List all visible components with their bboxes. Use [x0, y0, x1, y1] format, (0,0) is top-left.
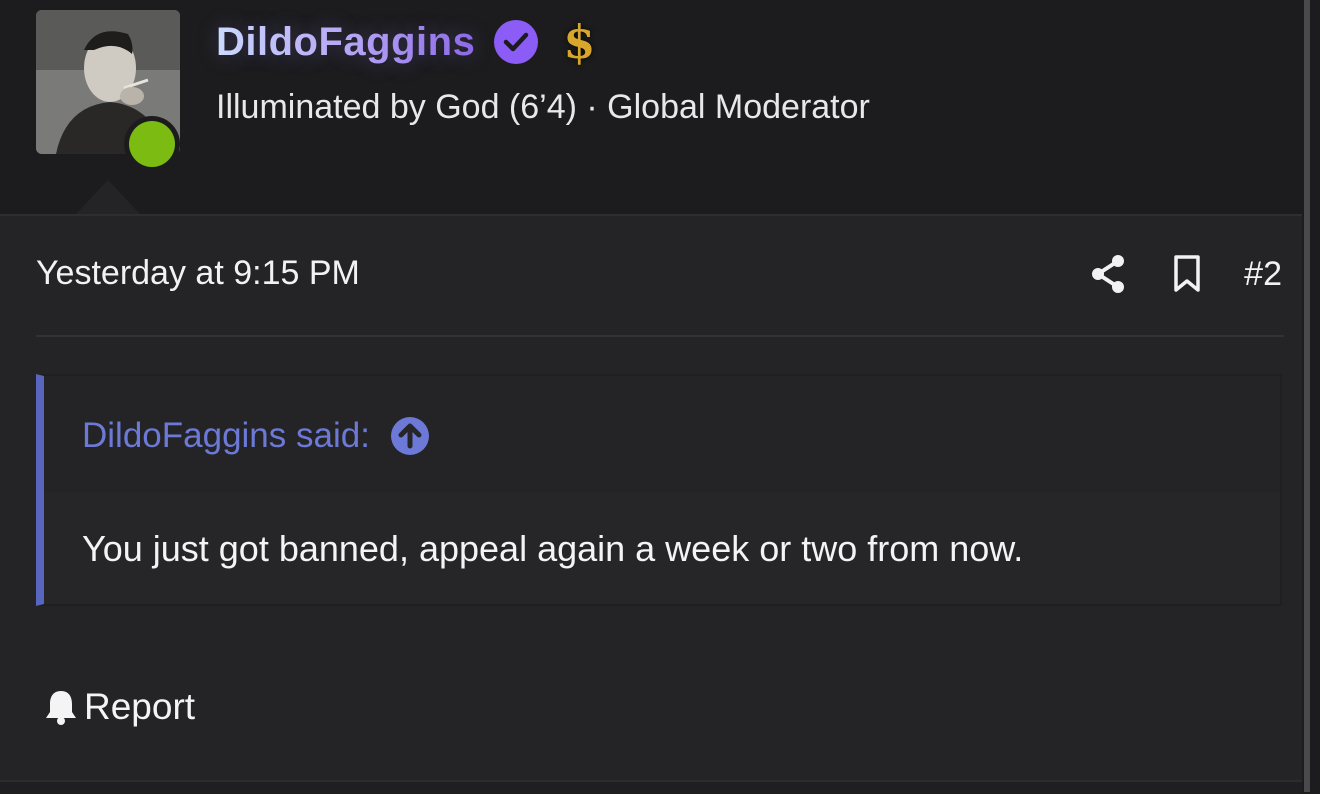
quote-attribution[interactable]: DildoFaggins said:: [82, 416, 430, 456]
online-status-indicator: [124, 116, 180, 172]
quote-author-label: DildoFaggins said:: [82, 416, 370, 455]
user-header: DildoFaggins $ Illuminated by God (6’4) …: [0, 0, 1302, 214]
quote-block: DildoFaggins said: You just got banned, …: [36, 374, 1282, 606]
verified-check-icon: [494, 20, 539, 64]
arrow-up-circle-icon[interactable]: [390, 416, 430, 456]
quote-header: DildoFaggins said:: [44, 376, 1280, 492]
report-label: Report: [84, 686, 196, 727]
user-title: Illuminated by God (6’4) · Global Modera…: [216, 88, 870, 126]
post-actions: #2: [1088, 252, 1282, 296]
bell-icon: [46, 691, 76, 725]
post-number-link[interactable]: #2: [1244, 255, 1282, 294]
share-icon: [1092, 255, 1125, 293]
quote-text: You just got banned, appeal again a week…: [82, 528, 1024, 569]
post-timestamp[interactable]: Yesterday at 9:15 PM: [36, 254, 360, 293]
bookmark-button[interactable]: [1170, 252, 1204, 296]
share-button[interactable]: [1088, 252, 1128, 296]
bookmark-icon: [1174, 255, 1200, 292]
post-divider: [36, 335, 1284, 337]
scrollbar[interactable]: [1302, 0, 1320, 792]
header-pointer: [76, 180, 140, 214]
username-link[interactable]: DildoFaggins: [216, 20, 475, 65]
username-row: DildoFaggins $: [216, 14, 595, 70]
dollar-icon: $: [563, 15, 596, 69]
report-button[interactable]: Report: [44, 686, 195, 728]
